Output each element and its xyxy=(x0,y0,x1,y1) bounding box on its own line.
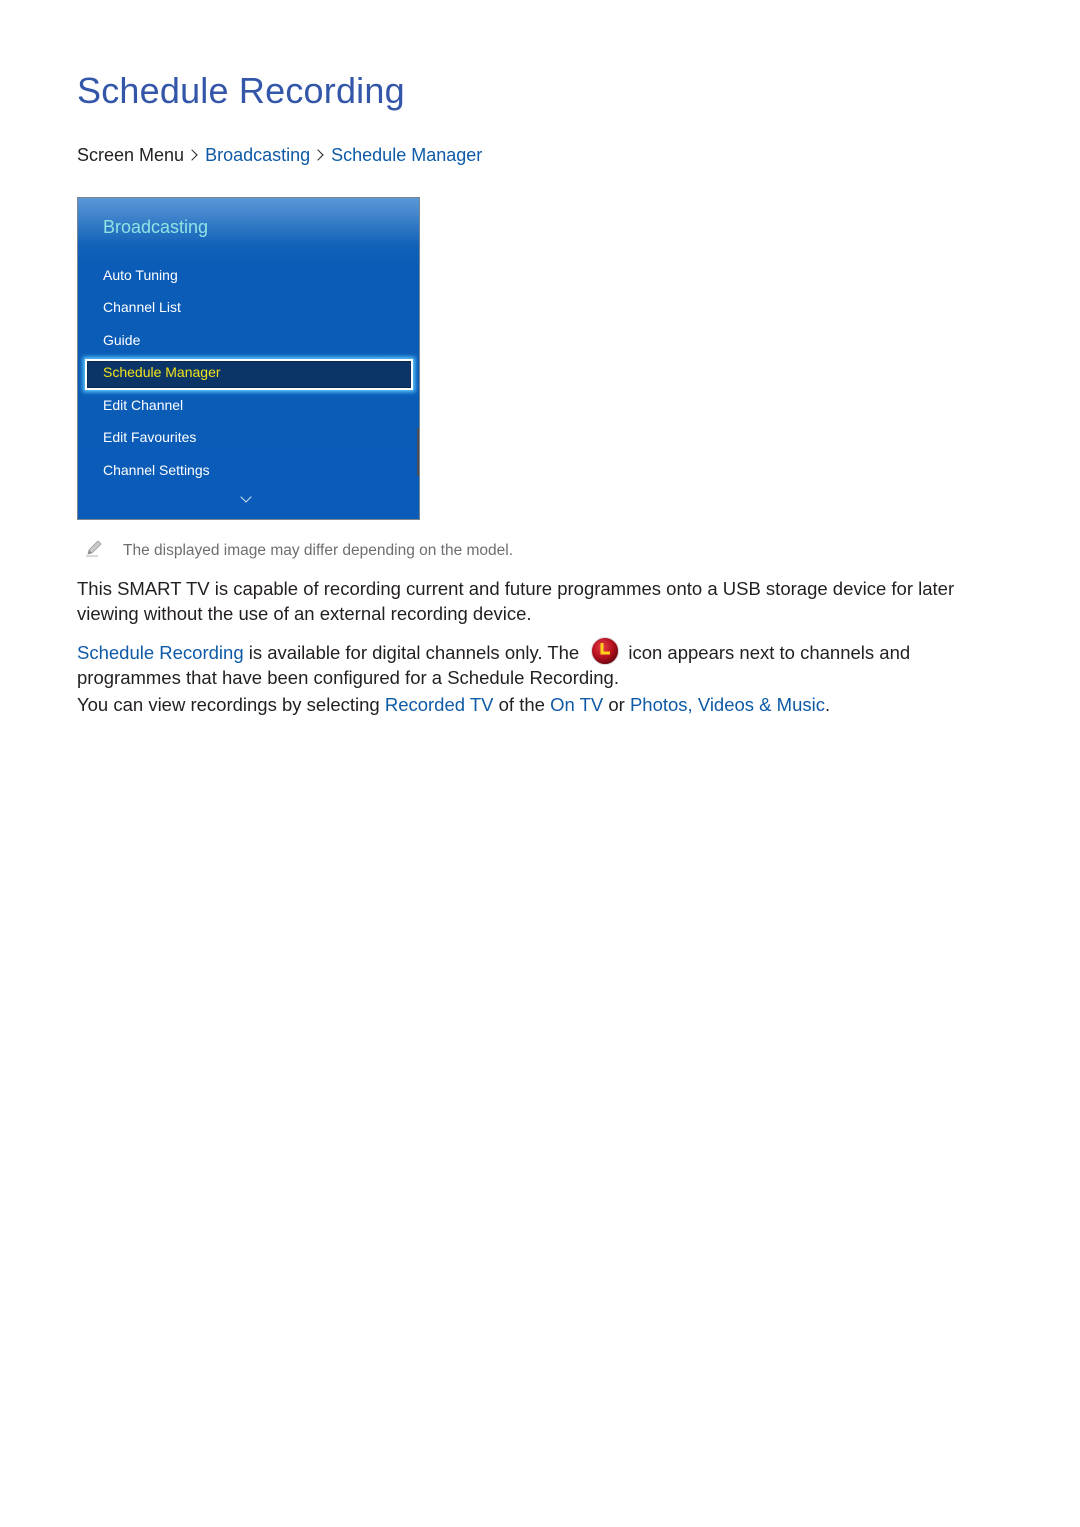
chevron-down-icon xyxy=(240,491,252,503)
pencil-icon xyxy=(86,540,102,557)
breadcrumb-link-broadcasting[interactable]: Broadcasting xyxy=(205,145,310,165)
tv-menu-item-schedule-manager: Schedule Manager xyxy=(103,364,221,380)
tv-menu-item-channel-list: Channel List xyxy=(103,299,181,315)
period-text: . xyxy=(824,694,831,715)
tv-menu-screenshot: Broadcasting Auto Tuning Channel List Gu… xyxy=(77,197,420,520)
schedule-recording-clock-icon xyxy=(591,637,620,665)
paragraph-availability: Schedule Recording is available for digi… xyxy=(77,636,997,689)
note-text: The displayed image may differ depending… xyxy=(123,542,514,559)
menu-edge-shadow xyxy=(417,428,419,476)
view-recordings-text: You can view recordings by selecting xyxy=(77,694,385,715)
link-on-tv[interactable]: On TV xyxy=(550,694,603,715)
tv-menu-title: Broadcasting xyxy=(103,217,209,237)
tv-menu-item-edit-channel: Edit Channel xyxy=(103,397,184,413)
chevron-right-icon xyxy=(312,149,324,161)
connector-text: of the xyxy=(493,694,551,715)
breadcrumb: Screen Menu Broadcasting Schedule Manager xyxy=(77,145,482,166)
tv-menu-item-auto-tuning: Auto Tuning xyxy=(103,267,178,283)
tv-menu-item-channel-settings: Channel Settings xyxy=(103,462,210,478)
availability-text: is available for digital channels only. … xyxy=(243,642,585,663)
breadcrumb-root: Screen Menu xyxy=(77,145,185,165)
page-title: Schedule Recording xyxy=(77,70,405,111)
link-schedule-recording[interactable]: Schedule Recording xyxy=(77,642,244,663)
link-photos-videos-music[interactable]: Photos, Videos & Music xyxy=(630,694,825,715)
paragraph-view-recordings: You can view recordings by selecting Rec… xyxy=(77,692,997,717)
connector-text: or xyxy=(603,694,630,715)
tv-menu-item-edit-favourites: Edit Favourites xyxy=(103,429,197,445)
chevron-right-icon xyxy=(186,149,198,161)
tv-menu-item-guide: Guide xyxy=(103,332,141,348)
breadcrumb-link-schedule-manager[interactable]: Schedule Manager xyxy=(331,145,482,165)
paragraph-intro: This SMART TV is capable of recording cu… xyxy=(77,578,955,624)
link-recorded-tv[interactable]: Recorded TV xyxy=(385,694,494,715)
